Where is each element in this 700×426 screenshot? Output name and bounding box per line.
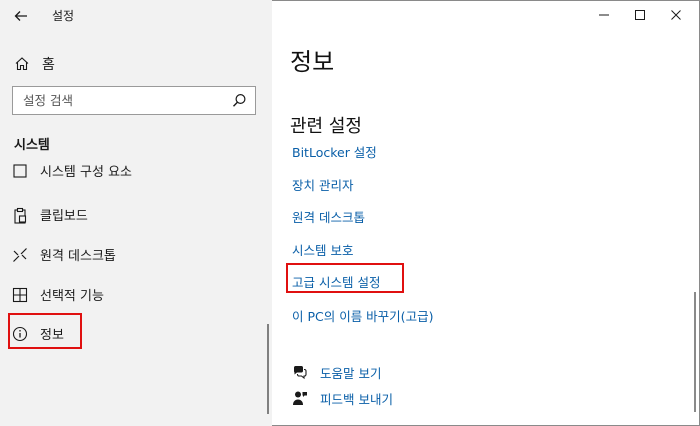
back-button[interactable] <box>6 2 36 30</box>
sidebar-item-label: 원격 데스크톱 <box>40 249 116 264</box>
close-button[interactable] <box>658 2 694 28</box>
sidebar-item-remote-desktop[interactable]: 원격 데스크톱 <box>0 236 272 272</box>
highlight-box-info <box>8 313 82 349</box>
close-icon <box>671 10 681 20</box>
sidebar-nav: 시스템 구성 요소 클립보드 원격 데스크톱 선택적 기능 정보 <box>0 160 272 426</box>
help-chat-icon <box>294 366 307 380</box>
home-icon <box>15 57 29 71</box>
remote-desktop-icon <box>13 248 27 262</box>
help-label: 도움말 보기 <box>320 366 382 381</box>
section-title: 시스템 <box>14 138 50 153</box>
clipboard-icon <box>14 207 27 224</box>
sidebar-item-label: 선택적 기능 <box>40 289 104 304</box>
link-device-manager[interactable]: 장치 관리자 <box>292 175 353 194</box>
link-system-protection[interactable]: 시스템 보호 <box>292 240 353 259</box>
sidebar-item-system-components[interactable]: 시스템 구성 요소 <box>0 160 272 188</box>
link-rename-pc-advanced[interactable]: 이 PC의 이름 바꾸기(고급) <box>292 306 433 325</box>
sidebar-item-label: 시스템 구성 요소 <box>40 165 132 180</box>
feedback-label: 피드백 보내기 <box>320 392 393 407</box>
search-input[interactable] <box>13 87 233 114</box>
main-scrollbar[interactable] <box>694 292 696 412</box>
window-title: 설정 <box>52 9 75 23</box>
maximize-icon <box>635 10 645 20</box>
sidebar-item-clipboard[interactable]: 클립보드 <box>0 196 272 232</box>
related-settings-heading: 관련 설정 <box>290 116 362 137</box>
search-box <box>12 86 256 115</box>
minimize-button[interactable] <box>586 2 622 28</box>
sidebar-item-label: 홈 <box>42 57 55 73</box>
sidebar-item-optional-features[interactable]: 선택적 기능 <box>0 276 272 312</box>
sidebar-item-home[interactable]: 홈 <box>0 45 272 81</box>
page-title: 정보 <box>290 48 335 76</box>
link-remote-desktop[interactable]: 원격 데스크톱 <box>292 207 365 226</box>
link-bitlocker-settings[interactable]: BitLocker 설정 <box>292 142 377 161</box>
minimize-icon <box>599 14 609 16</box>
sidebar-scrollbar[interactable] <box>267 324 269 414</box>
highlight-box-advanced-settings <box>286 263 404 293</box>
sidebar: 설정 홈 시스템 시스템 구성 요소 클립보드 <box>0 0 272 426</box>
optional-features-icon <box>12 287 28 303</box>
maximize-button[interactable] <box>622 2 658 28</box>
system-components-icon <box>13 164 27 178</box>
back-arrow-icon <box>14 11 27 21</box>
feedback-icon <box>293 391 307 405</box>
sidebar-item-label: 클립보드 <box>40 209 88 224</box>
search-icon[interactable] <box>232 93 247 108</box>
